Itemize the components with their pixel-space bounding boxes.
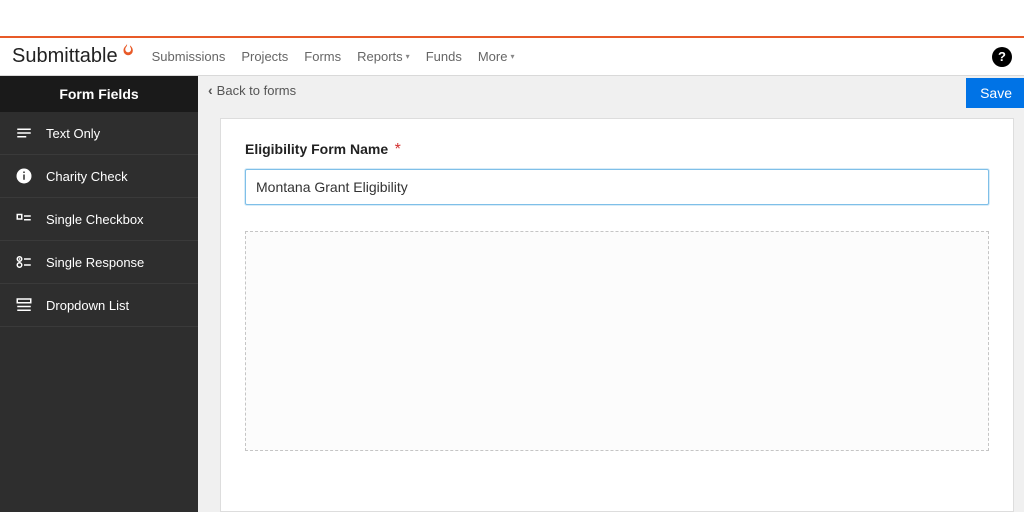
back-link-label: Back to forms (217, 83, 296, 98)
sidebar-item-label: Charity Check (46, 169, 128, 184)
nav-submissions[interactable]: Submissions (152, 49, 226, 64)
sidebar-item-charity-check[interactable]: Charity Check (0, 155, 198, 198)
info-circle-icon (14, 167, 34, 185)
checkbox-icon (14, 210, 34, 228)
sidebar-item-text-only[interactable]: Text Only (0, 112, 198, 155)
sidebar-item-label: Single Response (46, 255, 144, 270)
sidebar: Form Fields Text Only Charity Check Sing… (0, 76, 198, 512)
brand-name: Submittable (12, 45, 118, 68)
save-button[interactable]: Save (966, 78, 1024, 108)
field-dropzone[interactable] (245, 231, 989, 451)
sidebar-item-label: Dropdown List (46, 298, 129, 313)
nav-items: Submissions Projects Forms Reports▾ Fund… (152, 49, 515, 64)
main-area: ‹ Back to forms Save Eligibility Form Na… (198, 76, 1024, 512)
form-name-input[interactable] (245, 169, 989, 205)
brand-flame-icon (120, 43, 134, 62)
sidebar-item-single-checkbox[interactable]: Single Checkbox (0, 198, 198, 241)
back-to-forms-link[interactable]: ‹ Back to forms (208, 82, 296, 98)
sidebar-item-single-response[interactable]: Single Response (0, 241, 198, 284)
sidebar-header: Form Fields (0, 76, 198, 112)
sidebar-item-dropdown-list[interactable]: Dropdown List (0, 284, 198, 327)
nav-projects[interactable]: Projects (241, 49, 288, 64)
chevron-down-icon: ▾ (510, 52, 514, 61)
brand-logo[interactable]: Submittable (12, 45, 134, 68)
text-lines-icon (14, 124, 34, 142)
sidebar-item-label: Single Checkbox (46, 212, 144, 227)
chevron-down-icon: ▾ (406, 52, 410, 61)
chevron-left-icon: ‹ (208, 82, 213, 98)
required-asterisk: * (395, 141, 401, 158)
form-editor-card: Eligibility Form Name * (220, 118, 1014, 512)
sidebar-item-label: Text Only (46, 126, 100, 141)
help-icon[interactable]: ? (992, 47, 1012, 67)
top-nav: Submittable Submissions Projects Forms R… (0, 38, 1024, 76)
toolbar: ‹ Back to forms Save (198, 76, 1024, 104)
nav-forms[interactable]: Forms (304, 49, 341, 64)
nav-funds[interactable]: Funds (426, 49, 462, 64)
form-name-field: Eligibility Form Name * (245, 141, 989, 205)
form-name-label: Eligibility Form Name (245, 141, 388, 157)
nav-reports[interactable]: Reports▾ (357, 49, 410, 64)
dropdown-list-icon (14, 296, 34, 314)
nav-more[interactable]: More▾ (478, 49, 515, 64)
radio-icon (14, 253, 34, 271)
